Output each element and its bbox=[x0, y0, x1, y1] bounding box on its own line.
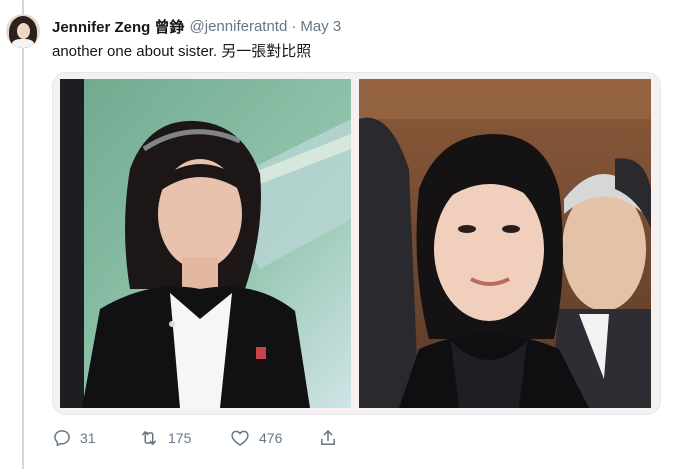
heart-icon bbox=[231, 430, 249, 446]
header-separator: · bbox=[291, 17, 297, 35]
share-button[interactable] bbox=[318, 428, 338, 448]
media-grid bbox=[52, 72, 661, 415]
tweet-text: another one about sister. 另一張對比照 bbox=[52, 43, 312, 60]
author-display-name[interactable]: Jennifer Zeng 曾錚 bbox=[52, 16, 185, 37]
tweet-actions: 31 175 476 bbox=[52, 428, 338, 448]
reply-icon bbox=[54, 430, 70, 447]
share-icon bbox=[321, 430, 335, 445]
retweet-count: 175 bbox=[168, 430, 192, 446]
reply-count: 31 bbox=[80, 430, 96, 446]
media-photo-2[interactable] bbox=[359, 79, 651, 408]
avatar-shirt bbox=[12, 39, 34, 48]
retweet-icon bbox=[142, 431, 156, 445]
tweet[interactable]: Jennifer Zeng 曾錚 @jenniferatntd · May 3 … bbox=[0, 0, 700, 469]
avatar-face bbox=[17, 23, 30, 39]
tweet-timestamp[interactable]: May 3 bbox=[300, 18, 341, 35]
reply-button[interactable]: 31 bbox=[52, 428, 138, 448]
photo-1-image bbox=[60, 79, 351, 408]
like-count: 476 bbox=[259, 430, 283, 446]
tweet-header: Jennifer Zeng 曾錚 @jenniferatntd · May 3 bbox=[52, 15, 341, 37]
retweet-button[interactable]: 175 bbox=[138, 428, 229, 448]
avatar[interactable] bbox=[6, 14, 40, 48]
author-handle[interactable]: @jenniferatntd bbox=[190, 18, 288, 35]
photo-2-image bbox=[359, 79, 651, 408]
media-photo-1[interactable] bbox=[60, 79, 351, 408]
like-button[interactable]: 476 bbox=[229, 428, 318, 448]
